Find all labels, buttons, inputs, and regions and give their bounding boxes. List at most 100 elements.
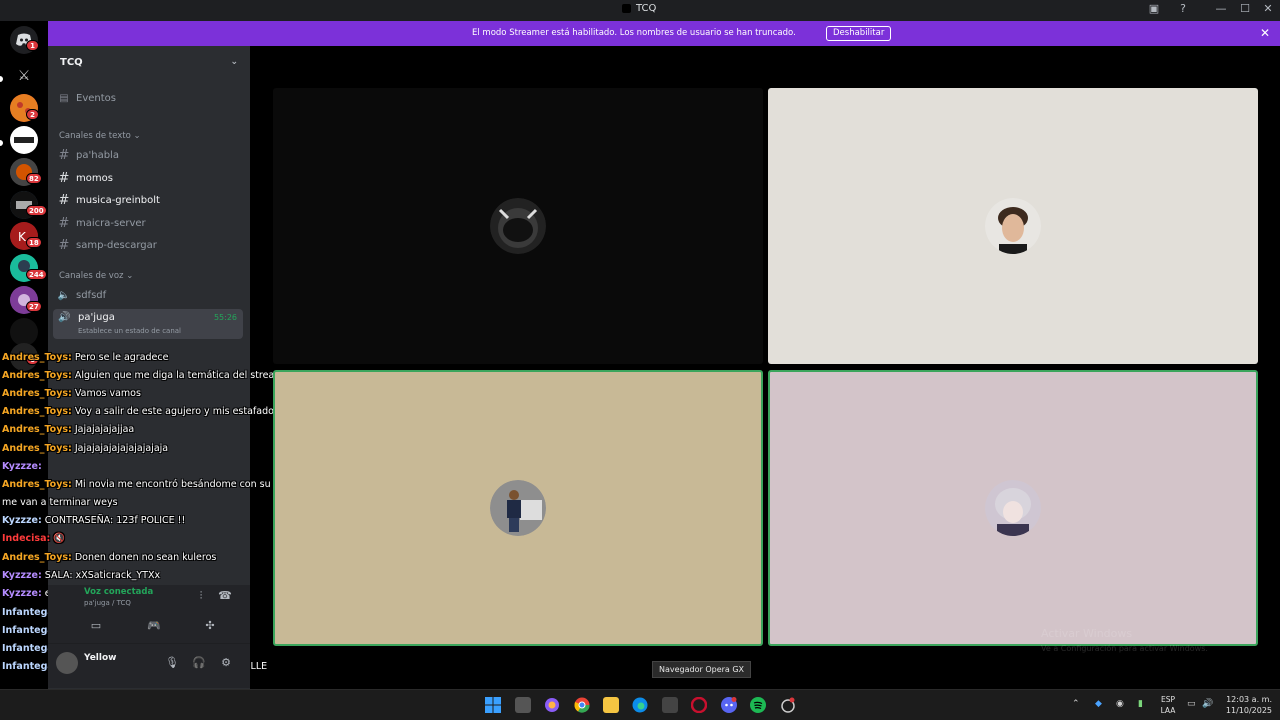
chat-text: Jajajajajajjaa xyxy=(71,424,135,435)
voice-connected-panel: Voz conectada pa'juga / TCQ ⫶ ☎ ▭ 🎮 ✣ xyxy=(48,585,250,643)
noise-suppression-icon[interactable]: ⫶ xyxy=(193,589,209,603)
channel-maicra-server[interactable]: # maicra-server xyxy=(56,213,242,233)
edge-icon[interactable] xyxy=(632,697,648,713)
gear-icon[interactable]: ⚙ xyxy=(218,656,234,669)
voice-status[interactable]: Voz conectada xyxy=(84,587,153,597)
chat-message: Kyzzze: CONTRASEÑA: 123f POLICE !! xyxy=(2,515,185,526)
server-white-icon[interactable] xyxy=(10,126,38,154)
video-tile[interactable] xyxy=(273,88,763,364)
close-button[interactable]: ✕ xyxy=(1260,2,1276,15)
clock[interactable]: 12:03 a. m. 11/10/2025 xyxy=(1222,694,1272,716)
language-indicator[interactable]: ESP LAA xyxy=(1160,694,1176,716)
hash-icon: # xyxy=(58,237,70,253)
chat-message: Kyzzze: SALA: xXSaticrack_YTXx xyxy=(2,570,160,581)
soundboard-icon[interactable]: ✣ xyxy=(202,619,218,632)
video-tile-speaking[interactable] xyxy=(273,370,763,646)
chat-username: Andres_Toys: xyxy=(2,424,72,435)
chat-text: SALA: xXSaticrack_YTXx xyxy=(41,570,161,581)
username: Yellow xyxy=(84,653,117,663)
close-icon[interactable]: ✕ xyxy=(1260,26,1270,40)
chat-message: Andres_Toys: Donen donen no sean kuleros xyxy=(2,552,216,563)
copilot-icon[interactable] xyxy=(544,697,560,713)
headphones-icon[interactable]: 🎧 xyxy=(191,656,207,669)
streamer-mode-banner: El modo Streamer está habilitado. Los no… xyxy=(48,21,1280,46)
speaker-icon: 🔊 xyxy=(58,312,71,323)
channel-pa-habla[interactable]: # pa'habla xyxy=(56,145,242,165)
store-icon[interactable] xyxy=(662,697,678,713)
channel-momos[interactable]: # momos xyxy=(56,168,242,188)
server-badge: 27 xyxy=(26,301,42,312)
voice-channel-sdfsdf[interactable]: 🔈 sdfsdf xyxy=(56,285,242,305)
voice-channel-pa-juga[interactable]: 🔊 pa'juga Establece un estado de canal 5… xyxy=(53,309,243,339)
video-tile-speaking[interactable] xyxy=(768,370,1258,646)
avatar xyxy=(985,198,1041,254)
windows-start-icon[interactable] xyxy=(485,697,501,713)
speaker-icon: 🔈 xyxy=(57,289,71,301)
voice-category[interactable]: Canales de voz ⌄ xyxy=(59,271,133,281)
chat-text: CONTRASEÑA: 123f POLICE !! xyxy=(41,515,186,526)
events-item[interactable]: ▤ Eventos xyxy=(56,88,242,108)
activity-icon[interactable]: 🎮 xyxy=(146,619,162,632)
hash-icon: # xyxy=(58,192,70,208)
chat-text: Donen donen no sean kuleros xyxy=(71,552,217,563)
server-black-icon[interactable] xyxy=(10,318,38,346)
user-panel: Yellow 🎙 🎧 ⚙ xyxy=(48,643,250,688)
channel-status[interactable]: Establece un estado de canal xyxy=(78,327,181,335)
chat-username: Andres_Toys: xyxy=(2,479,72,490)
channel-samp-descargar[interactable]: # samp-descargar xyxy=(56,235,242,255)
microphone-icon[interactable]: 🎙 xyxy=(164,656,180,669)
maximize-button[interactable]: ☐ xyxy=(1237,2,1253,15)
tray-app-icon[interactable]: ◉ xyxy=(1116,699,1124,709)
unread-pip xyxy=(0,76,3,82)
opera-gx-icon[interactable] xyxy=(690,696,708,714)
title-bar: TCQ ▣ ? — ☐ ✕ xyxy=(0,0,1280,21)
chevron-down-icon: ⌄ xyxy=(126,271,134,281)
chat-username: Kyzzze: xyxy=(2,461,42,472)
volume-icon[interactable]: 🔊 xyxy=(1202,699,1213,709)
text-category[interactable]: Canales de texto ⌄ xyxy=(59,131,141,141)
avatar xyxy=(490,480,546,536)
camera-icon[interactable]: ▭ xyxy=(88,619,104,632)
server-header[interactable]: TCQ ⌄ xyxy=(48,46,250,78)
spotify-icon[interactable] xyxy=(750,697,766,713)
tray-app-icon[interactable]: ◆ xyxy=(1095,699,1102,709)
chat-username: Kyzzze: xyxy=(2,515,42,526)
chat-username: Kyzzze: xyxy=(2,588,42,599)
task-view-icon[interactable] xyxy=(515,697,531,713)
server-sword-icon[interactable]: ⚔ xyxy=(10,62,38,90)
chat-text: Jajajajajajajajajajaja xyxy=(71,443,169,454)
disconnect-icon[interactable]: ☎ xyxy=(217,589,233,602)
server-badge: 82 xyxy=(26,173,42,184)
chrome-icon[interactable] xyxy=(574,697,590,713)
channel-musica-greinbolt[interactable]: # musica-greinbolt xyxy=(56,190,242,210)
tray-mic-icon[interactable]: ▮ xyxy=(1138,699,1143,709)
file-explorer-icon[interactable] xyxy=(603,697,619,713)
network-icon[interactable]: ▭ xyxy=(1187,699,1196,709)
chat-text: Pero se le agradece xyxy=(71,352,169,363)
call-timer: 55:26 xyxy=(213,313,237,322)
disable-streamer-button[interactable]: Deshabilitar xyxy=(826,26,892,41)
chat-username: Andres_Toys: xyxy=(2,552,72,563)
windows-taskbar: ⌃ ◆ ◉ ▮ ESP LAA ▭ 🔊 12:03 a. m. 11/10/20… xyxy=(0,689,1280,720)
banner-message: El modo Streamer está habilitado. Los no… xyxy=(472,28,796,38)
chat-text: me van a terminar weys xyxy=(2,497,118,508)
discord-icon[interactable] xyxy=(721,697,737,713)
chat-message: Andres_Toys: Vamos vamos xyxy=(2,388,141,399)
voice-server: pa'juga / TCQ xyxy=(84,599,131,607)
chat-username: Andres_Toys: xyxy=(2,352,72,363)
chat-message: Andres_Toys: Jajajajajajajajajajaja xyxy=(2,443,168,454)
server-icon xyxy=(622,4,631,13)
chat-username: Andres_Toys: xyxy=(2,388,72,399)
chat-text: Vamos vamos xyxy=(71,388,141,399)
server-badge: 200 xyxy=(26,205,47,216)
help-icon[interactable]: ? xyxy=(1175,2,1191,15)
inbox-icon[interactable]: ▣ xyxy=(1146,2,1162,15)
avatar[interactable] xyxy=(56,652,78,674)
video-tile[interactable] xyxy=(768,88,1258,364)
chat-username: Indecisa: xyxy=(2,533,51,544)
app-icon[interactable] xyxy=(780,697,796,713)
chat-username: Andres_Toys: xyxy=(2,443,72,454)
minimize-button[interactable]: — xyxy=(1213,2,1229,15)
chevron-up-icon[interactable]: ⌃ xyxy=(1072,699,1080,709)
chat-text: 🔇 xyxy=(50,533,66,544)
